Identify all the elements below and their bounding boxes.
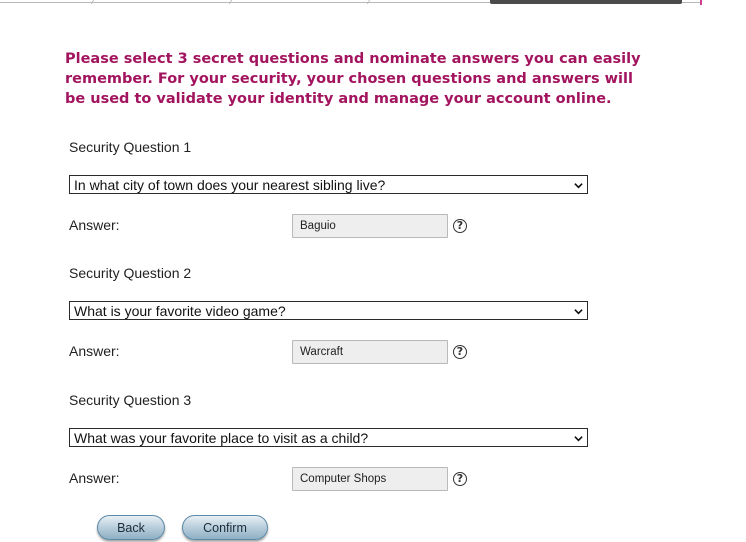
security-question-2-selected: What is your favorite video game? <box>74 303 286 319</box>
tab-bar-remnant <box>0 0 746 6</box>
help-icon[interactable]: ? <box>453 472 467 486</box>
security-question-1-select[interactable]: In what city of town does your nearest s… <box>69 175 588 194</box>
security-question-2-select[interactable]: What is your favorite video game? <box>69 301 588 320</box>
security-question-1-selected: In what city of town does your nearest s… <box>74 177 386 193</box>
answer-2-input[interactable]: Warcraft <box>292 340 448 364</box>
chevron-down-icon <box>574 309 583 315</box>
help-icon[interactable]: ? <box>453 219 467 233</box>
chevron-down-icon <box>574 183 583 189</box>
security-question-1-label: Security Question 1 <box>69 139 192 155</box>
answer-3-label: Answer: <box>69 470 120 486</box>
security-question-3-selected: What was your favorite place to visit as… <box>74 430 369 446</box>
instructions-text: Please select 3 secret questions and nom… <box>65 51 641 107</box>
security-question-3-label: Security Question 3 <box>69 392 192 408</box>
security-question-3-select[interactable]: What was your favorite place to visit as… <box>69 428 588 447</box>
tab-bar-end-marker <box>700 0 702 5</box>
chevron-down-icon <box>574 436 583 442</box>
answer-1-input[interactable]: Baguio <box>292 214 448 238</box>
answer-1-label: Answer: <box>69 217 120 233</box>
active-tab-indicator[interactable] <box>490 0 682 4</box>
back-button[interactable]: Back <box>97 515 165 540</box>
help-icon[interactable]: ? <box>453 345 467 359</box>
confirm-button[interactable]: Confirm <box>182 515 268 540</box>
answer-3-input[interactable]: Computer Shops <box>292 467 448 491</box>
security-question-2-label: Security Question 2 <box>69 265 192 281</box>
answer-2-label: Answer: <box>69 343 120 359</box>
